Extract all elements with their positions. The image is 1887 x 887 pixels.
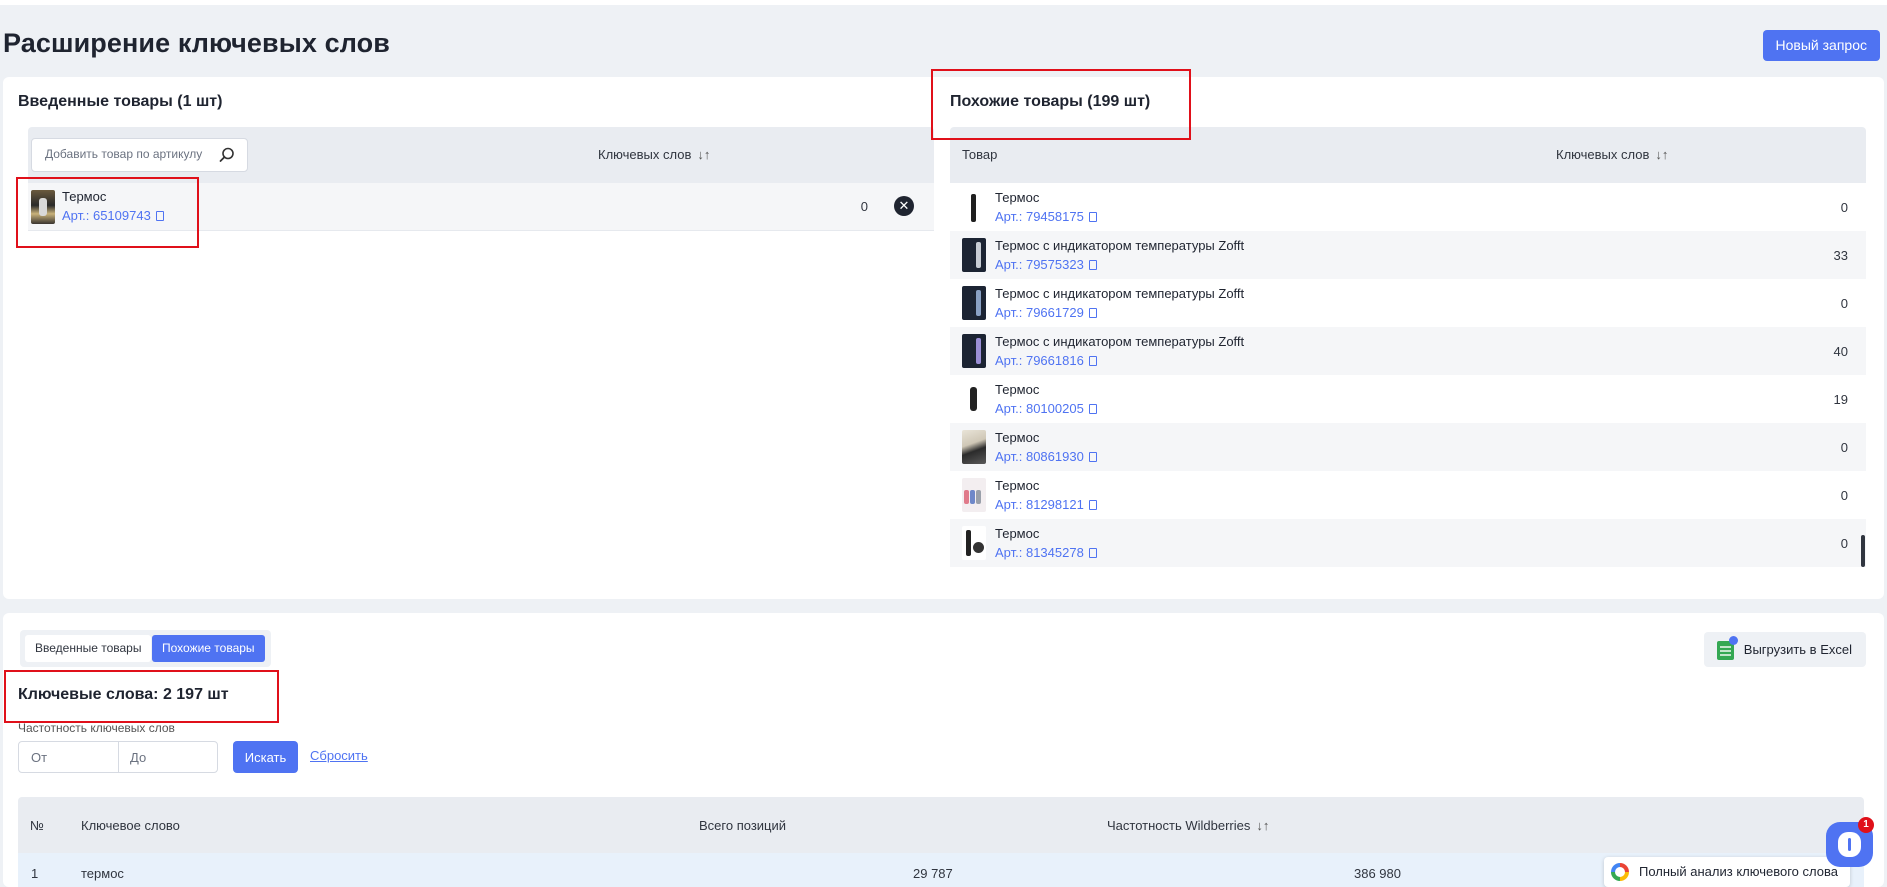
- article-text[interactable]: Арт.: 81298121: [995, 497, 1084, 512]
- copy-icon[interactable]: [1088, 356, 1097, 366]
- reset-link[interactable]: Сбросить: [310, 748, 368, 763]
- article-text[interactable]: Арт.: 79575323: [995, 257, 1084, 272]
- product-thumbnail: [962, 238, 986, 272]
- similar-product-name: Термос: [995, 190, 1040, 205]
- tab-entered-products[interactable]: Введенные товары: [25, 635, 152, 662]
- frequency-filter-label: Частотность ключевых слов: [18, 721, 175, 735]
- entered-col-keywords-label: Ключевых слов: [598, 147, 692, 162]
- col-keyword: Ключевое слово: [81, 818, 180, 833]
- similar-product-article[interactable]: Арт.: 80861930: [995, 449, 1097, 464]
- sort-icon[interactable]: ↓↑: [1256, 818, 1269, 833]
- article-text[interactable]: Арт.: 79661729: [995, 305, 1084, 320]
- search-button[interactable]: Искать: [233, 741, 298, 773]
- tab-similar-products[interactable]: Похожие товары: [152, 635, 265, 662]
- full-keyword-analysis-button[interactable]: Полный анализ ключевого слова: [1604, 857, 1850, 887]
- similar-product-article[interactable]: Арт.: 79458175: [995, 209, 1097, 224]
- full-keyword-analysis-label: Полный анализ ключевого слова: [1639, 864, 1838, 879]
- keyword-source-tabs: Введенные товары Похожие товары: [20, 630, 271, 667]
- search-icon[interactable]: [219, 147, 235, 163]
- similar-product-article[interactable]: Арт.: 79661816: [995, 353, 1097, 368]
- article-text[interactable]: Арт.: 80100205: [995, 401, 1084, 416]
- similar-col-keywords-label: Ключевых слов: [1556, 147, 1650, 162]
- keywords-table-header: [18, 797, 1864, 853]
- copy-icon[interactable]: [1088, 260, 1097, 270]
- similar-product-name: Термос: [995, 430, 1040, 445]
- similar-scrollbar[interactable]: [1861, 535, 1865, 567]
- similar-product-name: Термос с индикатором температуры Zofft: [995, 334, 1245, 349]
- similar-product-keywords: 0: [1840, 296, 1848, 311]
- frequency-range: [18, 741, 218, 773]
- similar-product-keywords: 33: [1833, 248, 1848, 263]
- page-title: Расширение ключевых слов: [3, 28, 390, 58]
- keyword-row-number: 1: [31, 866, 39, 881]
- excel-badge-icon: [1728, 636, 1738, 645]
- entered-products-title: Введенные товары (1 шт): [18, 93, 223, 110]
- copy-icon[interactable]: [1088, 212, 1097, 222]
- similar-product-article[interactable]: Арт.: 81298121: [995, 497, 1097, 512]
- col-wb-frequency[interactable]: Частотность Wildberries ↓↑: [1107, 818, 1269, 833]
- article-text[interactable]: Арт.: 80861930: [995, 449, 1084, 464]
- analysis-icon: [1611, 863, 1629, 881]
- frequency-from-input[interactable]: [31, 750, 111, 765]
- keyword-row-text: термос: [81, 866, 124, 881]
- similar-product-name: Термос: [995, 382, 1040, 397]
- article-text[interactable]: Арт.: 81345278: [995, 545, 1084, 560]
- product-thumbnail: [962, 382, 986, 416]
- export-excel-button[interactable]: Выгрузить в Excel: [1703, 632, 1866, 667]
- product-thumbnail: [962, 334, 986, 368]
- similar-product-keywords: 0: [1840, 200, 1848, 215]
- range-divider: [118, 742, 119, 772]
- article-text[interactable]: Арт.: 79661816: [995, 353, 1084, 368]
- similar-product-article[interactable]: Арт.: 80100205: [995, 401, 1097, 416]
- article-text[interactable]: Арт.: 79458175: [995, 209, 1084, 224]
- copy-icon[interactable]: [1088, 548, 1097, 558]
- export-excel-label: Выгрузить в Excel: [1743, 642, 1852, 657]
- sort-icon[interactable]: ↓↑: [1655, 147, 1668, 162]
- product-thumbnail: [962, 190, 986, 224]
- copy-icon[interactable]: [1088, 308, 1097, 318]
- highlight-entered-product: [16, 177, 199, 248]
- keyword-row-frequency: 386 980: [1354, 866, 1401, 881]
- top-strip: [0, 0, 1887, 5]
- similar-product-name: Термос: [995, 526, 1040, 541]
- similar-product-name: Термос: [995, 478, 1040, 493]
- similar-product-keywords: 0: [1840, 488, 1848, 503]
- copy-icon[interactable]: [1088, 452, 1097, 462]
- similar-product-name: Термос с индикатором температуры Zofft: [995, 286, 1245, 301]
- similar-product-keywords: 40: [1833, 344, 1848, 359]
- product-thumbnail: [962, 526, 986, 560]
- similar-product-article[interactable]: Арт.: 79575323: [995, 257, 1097, 272]
- col-wb-frequency-label: Частотность Wildberries: [1107, 818, 1251, 833]
- col-total-positions: Всего позиций: [699, 818, 787, 833]
- col-number: №: [30, 818, 44, 833]
- keyword-row-positions: 29 787: [913, 866, 953, 881]
- entered-product-keywords: 0: [860, 199, 868, 214]
- similar-col-keywords[interactable]: Ключевых слов ↓↑: [1556, 147, 1668, 162]
- add-product-input[interactable]: [45, 147, 215, 161]
- chat-notification-badge: 1: [1858, 817, 1874, 833]
- similar-product-name: Термос с индикатором температуры Zofft: [995, 238, 1245, 253]
- similar-col-product: Товар: [962, 147, 998, 162]
- highlight-keywords-count: [4, 670, 279, 723]
- sort-icon[interactable]: ↓↑: [697, 147, 710, 162]
- remove-product-icon[interactable]: ✕: [894, 196, 914, 216]
- entered-col-keywords[interactable]: Ключевых слов ↓↑: [598, 147, 710, 162]
- product-thumbnail: [962, 430, 986, 464]
- similar-product-article[interactable]: Арт.: 79661729: [995, 305, 1097, 320]
- similar-product-article[interactable]: Арт.: 81345278: [995, 545, 1097, 560]
- highlight-similar-title: [931, 69, 1191, 140]
- similar-product-keywords: 0: [1840, 440, 1848, 455]
- similar-product-keywords: 19: [1833, 392, 1848, 407]
- add-product-search[interactable]: [31, 138, 248, 172]
- product-thumbnail: [962, 286, 986, 320]
- similar-product-keywords: 0: [1840, 536, 1848, 551]
- frequency-to-input[interactable]: [130, 750, 210, 765]
- product-thumbnail: [962, 478, 986, 512]
- copy-icon[interactable]: [1088, 404, 1097, 414]
- new-request-button[interactable]: Новый запрос: [1762, 30, 1880, 61]
- copy-icon[interactable]: [1088, 500, 1097, 510]
